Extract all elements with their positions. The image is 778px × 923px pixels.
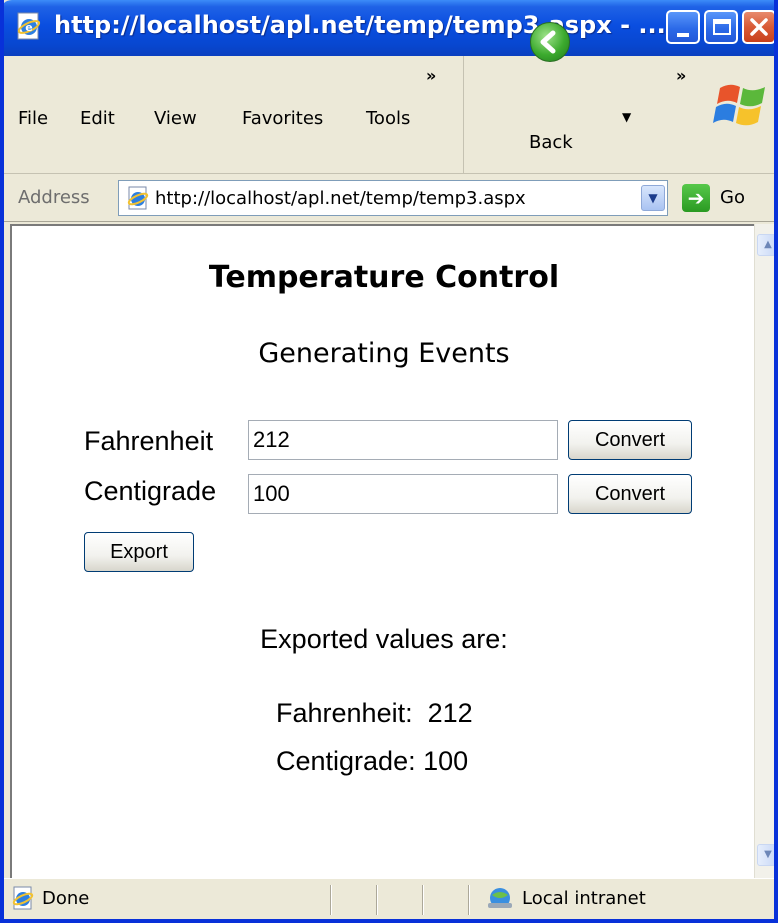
vertical-scrollbar[interactable]: ▲ ▼ <box>754 224 774 878</box>
toolbar-chevron[interactable]: » <box>676 66 686 85</box>
menu-chevron[interactable]: » <box>426 66 436 85</box>
windows-logo-icon <box>713 84 765 126</box>
convert-fahrenheit-button[interactable]: Convert <box>568 420 692 460</box>
back-button[interactable] <box>530 22 570 62</box>
ie-page-icon: e <box>17 12 41 40</box>
export-button[interactable]: Export <box>84 532 194 572</box>
status-text: Done <box>42 888 90 909</box>
status-divider <box>330 885 332 915</box>
address-label: Address <box>18 187 90 208</box>
convert-centigrade-button[interactable]: Convert <box>568 474 692 514</box>
minimize-button[interactable] <box>666 10 700 44</box>
maximize-icon <box>713 19 731 35</box>
menu-edit[interactable]: Edit <box>80 108 115 129</box>
status-divider <box>376 885 378 915</box>
back-label[interactable]: Back <box>529 132 573 153</box>
scroll-down-icon[interactable]: ▼ <box>757 844 774 866</box>
address-url[interactable]: http://localhost/apl.net/temp/temp3.aspx <box>155 188 526 209</box>
exported-heading: Exported values are: <box>260 624 508 654</box>
window-title: http://localhost/apl.net/temp/temp3.aspx… <box>54 11 666 39</box>
address-bar: Address http://localhost/apl.net/temp/te… <box>4 174 774 222</box>
back-dropdown-icon[interactable]: ▼ <box>622 110 631 124</box>
security-zone: Local intranet <box>522 888 646 909</box>
menu-view[interactable]: View <box>154 108 197 129</box>
address-dropdown-icon[interactable]: ▼ <box>641 185 665 211</box>
svg-text:e: e <box>25 21 32 34</box>
go-arrow-icon[interactable]: ➔ <box>682 184 710 212</box>
toolbar-row: » File Edit View Favorites Tools » <box>4 56 774 174</box>
centigrade-input[interactable] <box>248 474 558 514</box>
page-content: Temperature Control Generating Events Fa… <box>10 224 754 878</box>
close-icon <box>750 18 768 36</box>
status-divider <box>468 885 470 915</box>
maximize-button[interactable] <box>704 10 738 44</box>
menu-favorites[interactable]: Favorites <box>242 108 323 129</box>
address-input[interactable]: http://localhost/apl.net/temp/temp3.aspx… <box>118 180 668 216</box>
scroll-up-icon[interactable]: ▲ <box>757 234 774 256</box>
minimize-icon <box>677 33 689 37</box>
menu-file[interactable]: File <box>18 108 48 129</box>
close-button[interactable] <box>742 10 774 44</box>
intranet-icon <box>488 888 512 908</box>
exported-centigrade: Centigrade: 100 <box>276 746 469 776</box>
fahrenheit-input[interactable] <box>248 420 558 460</box>
page-title: Temperature Control <box>208 260 560 295</box>
back-arrow-icon <box>540 30 556 54</box>
go-button[interactable]: Go <box>720 187 745 208</box>
browser-window: e http://localhost/apl.net/temp/temp3.as… <box>0 0 778 923</box>
exported-fahrenheit: Fahrenheit: 212 <box>276 698 473 728</box>
status-divider <box>422 885 424 915</box>
page-subtitle: Generating Events <box>258 338 510 369</box>
ie-page-icon <box>12 886 34 910</box>
menu-tools[interactable]: Tools <box>366 108 410 129</box>
menu-bar: » File Edit View Favorites Tools <box>4 56 464 174</box>
status-bar: Done Local intranet <box>4 878 774 919</box>
title-bar[interactable]: e http://localhost/apl.net/temp/temp3.as… <box>4 0 774 56</box>
ie-page-icon <box>127 186 149 210</box>
centigrade-label: Centigrade <box>84 476 217 506</box>
fahrenheit-label: Fahrenheit <box>84 426 214 456</box>
